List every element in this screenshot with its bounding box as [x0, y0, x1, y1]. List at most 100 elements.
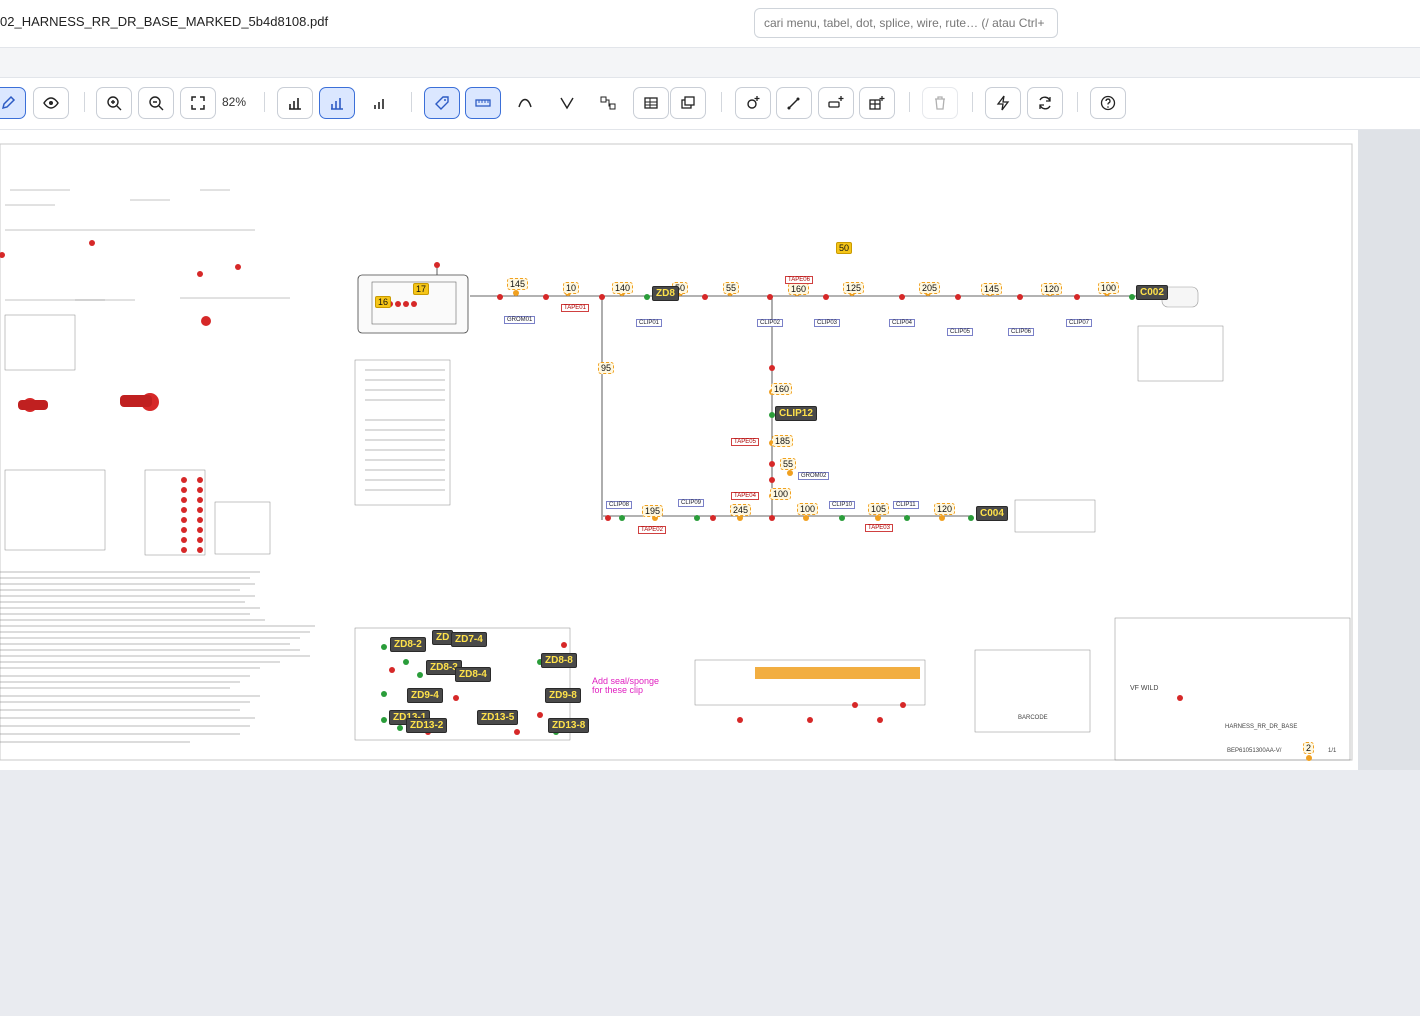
drawing-canvas[interactable]: CLIP12 C002 C004 145 10 140 50 55 160 12…: [0, 130, 1358, 770]
toolbar-separator: [909, 92, 910, 112]
dimension-label[interactable]: 185: [772, 435, 794, 447]
dimension-label[interactable]: 50: [836, 242, 853, 254]
zd-label[interactable]: ZD13-5: [477, 710, 519, 725]
connect-nodes-icon[interactable]: [590, 87, 626, 119]
secondary-bar: [0, 48, 1420, 78]
layers-icon[interactable]: [670, 87, 706, 119]
harness-drawing: [0, 143, 1353, 761]
search-input[interactable]: [754, 8, 1058, 38]
clip-label[interactable]: CLIP07: [1066, 319, 1093, 327]
part-number: BEP61051300AA-V/: [1227, 748, 1282, 754]
dimension-label[interactable]: 205: [919, 282, 941, 294]
sheet-number: 1/1: [1328, 748, 1337, 754]
dimension-label[interactable]: 17: [413, 283, 430, 295]
grommet-label[interactable]: GROM01: [504, 316, 536, 324]
dimension-label[interactable]: 10: [563, 282, 580, 294]
tape-label[interactable]: TAPE04: [731, 492, 759, 500]
dimension-label[interactable]: 145: [507, 278, 529, 290]
tape-label[interactable]: TAPE01: [561, 304, 589, 312]
clip-label[interactable]: CLIP04: [889, 319, 916, 327]
dimension-label[interactable]: 55: [780, 458, 797, 470]
bar-chart-icon[interactable]: [319, 87, 355, 119]
clip-label[interactable]: CLIP10: [829, 501, 856, 509]
toolbar-separator: [264, 92, 265, 112]
dimension-label[interactable]: 100: [797, 503, 819, 515]
table-icon[interactable]: [633, 87, 669, 119]
dimension-label[interactable]: 145: [981, 283, 1003, 295]
dimension-label[interactable]: 120: [1041, 283, 1063, 295]
dimension-label[interactable]: 195: [642, 505, 664, 517]
dimension-label[interactable]: 105: [868, 503, 890, 515]
file-name: 02_HARNESS_RR_DR_BASE_MARKED_5b4d8108.pd…: [0, 14, 329, 29]
eye-icon[interactable]: [33, 87, 69, 119]
zoom-in-icon[interactable]: [96, 87, 132, 119]
zd-label[interactable]: ZD13-8: [548, 718, 590, 733]
zd-label[interactable]: ZD8-8: [541, 653, 577, 668]
right-pane: [1358, 130, 1420, 770]
dimension-label[interactable]: 100: [1098, 282, 1120, 294]
tape-label[interactable]: TAPE05: [731, 438, 759, 446]
zd-label[interactable]: ZD8-4: [455, 667, 491, 682]
add-table-icon[interactable]: [859, 87, 895, 119]
delete-icon[interactable]: [922, 87, 958, 119]
lightning-icon[interactable]: [985, 87, 1021, 119]
dimension-label[interactable]: 95: [598, 362, 615, 374]
bar-chart-icon[interactable]: [277, 87, 313, 119]
zd-label[interactable]: ZD9-4: [407, 688, 443, 703]
dimension-label[interactable]: 160: [771, 383, 793, 395]
tag-icon[interactable]: [424, 87, 460, 119]
zd-label[interactable]: ZD7-4: [451, 632, 487, 647]
connector-label[interactable]: C002: [1136, 285, 1168, 300]
clip-label[interactable]: CLIP03: [814, 319, 841, 327]
zd-label[interactable]: ZD8-2: [390, 637, 426, 652]
clip-label[interactable]: CLIP08: [606, 501, 633, 509]
toolbar-separator: [1077, 92, 1078, 112]
connector-label[interactable]: C004: [976, 506, 1008, 521]
tape-label[interactable]: TAPE03: [865, 524, 893, 532]
toolbar-separator: [84, 92, 85, 112]
zoom-out-icon[interactable]: [138, 87, 174, 119]
grommet-label[interactable]: GROM02: [798, 472, 830, 480]
zd-label[interactable]: ZD13-2: [406, 718, 448, 733]
vf-wild-label: VF WILD: [1130, 685, 1159, 692]
zd-label[interactable]: ZD9-8: [545, 688, 581, 703]
toolbar: 82%: [0, 78, 1420, 130]
clip-label[interactable]: CLIP11: [893, 501, 919, 509]
title-block: HARNESS_RR_DR_BASE: [1225, 724, 1298, 730]
dimension-label[interactable]: 55: [723, 282, 740, 294]
tape-label[interactable]: TAPE02: [638, 526, 666, 534]
dimension-label[interactable]: 16: [375, 296, 392, 308]
ruler-icon[interactable]: [465, 87, 501, 119]
clip-label[interactable]: CLIP09: [678, 499, 705, 507]
help-icon[interactable]: [1090, 87, 1126, 119]
toolbar-separator: [411, 92, 412, 112]
zd-label[interactable]: ZD8: [652, 286, 679, 301]
fit-screen-icon[interactable]: [180, 87, 216, 119]
dimension-label[interactable]: 100: [770, 488, 792, 500]
bar-chart-small-icon[interactable]: [361, 87, 397, 119]
clip-label[interactable]: CLIP06: [1008, 328, 1035, 336]
dimension-label[interactable]: 120: [934, 503, 956, 515]
refresh-icon[interactable]: [1027, 87, 1063, 119]
v-route-icon[interactable]: [549, 87, 585, 119]
top-bar: 02_HARNESS_RR_DR_BASE_MARKED_5b4d8108.pd…: [0, 0, 1420, 48]
zoom-level: 82%: [222, 95, 247, 109]
add-wire-icon[interactable]: [776, 87, 812, 119]
toolbar-separator: [721, 92, 722, 112]
clip-label[interactable]: CLIP02: [757, 319, 784, 327]
add-dot-icon[interactable]: [735, 87, 771, 119]
tape-label[interactable]: TAPE06: [785, 276, 813, 284]
barcode-label: BARCODE: [1018, 715, 1048, 721]
dimension-label[interactable]: 125: [843, 282, 865, 294]
curve-icon[interactable]: [507, 87, 543, 119]
seal-note: Add seal/sponge for these clip: [592, 676, 660, 695]
add-splice-icon[interactable]: [818, 87, 854, 119]
clip-label[interactable]: CLIP05: [947, 328, 974, 336]
connector-label[interactable]: CLIP12: [775, 406, 817, 421]
dimension-label[interactable]: 140: [612, 282, 634, 294]
pencil-icon[interactable]: [0, 87, 26, 119]
dimension-label[interactable]: 2: [1303, 742, 1315, 754]
clip-label[interactable]: CLIP01: [636, 319, 663, 327]
dimension-label[interactable]: 245: [730, 504, 752, 516]
dimension-label[interactable]: 160: [788, 283, 810, 295]
